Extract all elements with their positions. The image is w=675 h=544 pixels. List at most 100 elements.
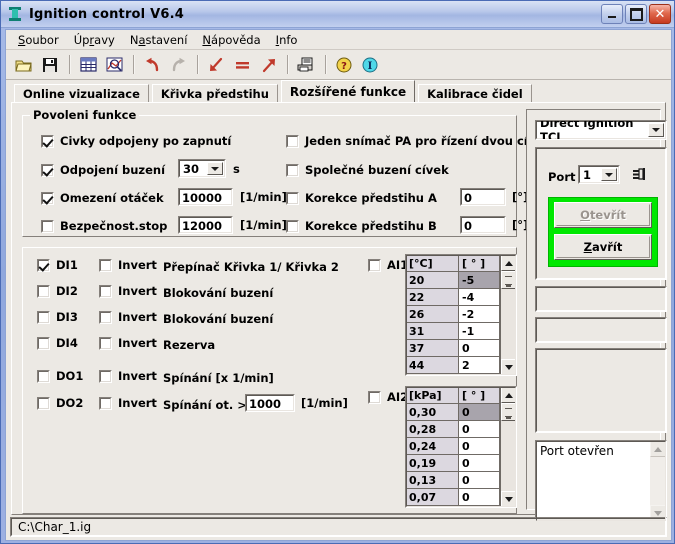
scroll-up-icon[interactable] xyxy=(501,255,516,271)
checkbox-advance-correction-a[interactable]: Korekce předstihu A xyxy=(286,191,437,205)
table-row[interactable]: 0,30 0 xyxy=(406,404,500,421)
ai1-cell-y[interactable]: -1 xyxy=(459,323,500,340)
checkbox-di1-invert[interactable]: Invert xyxy=(99,258,157,272)
ai1-cell-y[interactable]: -5 xyxy=(459,272,500,289)
table-row[interactable]: 44 2 xyxy=(406,357,500,374)
checkbox-do1[interactable]: DO1 xyxy=(37,369,83,383)
table-row[interactable]: 0,13 0 xyxy=(406,472,500,489)
table-row[interactable]: 22 -4 xyxy=(406,289,500,306)
rev-limit-input[interactable]: 10000 xyxy=(178,188,233,206)
ai2-cell-y[interactable]: 0 xyxy=(459,404,500,421)
ai2-cell-x[interactable]: 0,13 xyxy=(406,472,459,489)
menu-info[interactable]: Info xyxy=(269,31,306,49)
checkbox-box[interactable] xyxy=(41,134,54,148)
minimize-button[interactable] xyxy=(601,4,623,24)
equals-icon[interactable] xyxy=(230,53,254,76)
checkbox-di4-invert[interactable]: Invert xyxy=(99,336,157,350)
checkbox-box[interactable] xyxy=(41,219,54,233)
table-row[interactable]: 20 -5 xyxy=(406,272,500,289)
checkbox-box[interactable] xyxy=(286,191,299,205)
ai1-scrollbar[interactable] xyxy=(500,255,516,375)
scroll-track[interactable] xyxy=(501,271,516,359)
chevron-down-icon[interactable] xyxy=(601,168,617,181)
checkbox-box[interactable] xyxy=(286,219,299,233)
table-row[interactable]: 0,24 0 xyxy=(406,438,500,455)
checkbox-box[interactable] xyxy=(286,163,299,177)
ai2-cell-y[interactable]: 0 xyxy=(459,438,500,455)
checkbox-box[interactable] xyxy=(99,336,112,350)
tab-krivka-predstihu[interactable]: Křivka předstihu xyxy=(151,84,278,103)
ai2-table[interactable]: [kPa] [ ° ] 0,30 0 0,28 0 0,24 0 0,19 0 … xyxy=(405,386,517,508)
ai1-cell-x[interactable]: 44 xyxy=(406,357,459,374)
checkbox-box[interactable] xyxy=(37,336,50,350)
checkbox-do1-invert[interactable]: Invert xyxy=(99,369,157,383)
checkbox-do2-invert[interactable]: Invert xyxy=(99,396,157,410)
checkbox-box[interactable] xyxy=(99,310,112,324)
ai2-cell-y[interactable]: 0 xyxy=(459,489,500,506)
checkbox-safety-stop[interactable]: Bezpečnost.stop xyxy=(41,219,167,233)
scroll-down-icon[interactable] xyxy=(501,491,516,507)
scroll-up-icon[interactable] xyxy=(501,387,516,403)
ai1-cell-x[interactable]: 22 xyxy=(406,289,459,306)
scroll-down-icon[interactable] xyxy=(501,359,516,375)
chevron-down-icon[interactable] xyxy=(648,123,664,137)
table-row[interactable]: 0,28 0 xyxy=(406,421,500,438)
ai1-cell-y[interactable]: -2 xyxy=(459,306,500,323)
checkbox-box[interactable] xyxy=(37,396,50,410)
close-port-button[interactable]: Zavřít xyxy=(554,234,652,260)
checkbox-common-coil-excitation[interactable]: Společné buzení cívek xyxy=(286,163,449,177)
menu-soubor[interactable]: Soubor xyxy=(11,31,67,49)
menu-upravy[interactable]: Úpravy xyxy=(67,31,123,49)
checkbox-coils-disconnected[interactable]: Civky odpojeny po zapnutí xyxy=(41,134,231,148)
close-button[interactable]: ✕ xyxy=(649,4,671,24)
checkbox-advance-correction-b[interactable]: Korekce předstihu B xyxy=(286,219,437,233)
checkbox-di3-invert[interactable]: Invert xyxy=(99,310,157,324)
ai2-cell-y[interactable]: 0 xyxy=(459,421,500,438)
undo-icon[interactable] xyxy=(140,53,164,76)
checkbox-box[interactable] xyxy=(37,258,50,272)
arrow-up-right-icon[interactable] xyxy=(256,53,280,76)
do2-threshold-input[interactable]: 1000 xyxy=(245,394,295,412)
log-box[interactable]: Port otevřen xyxy=(535,440,667,522)
checkbox-box[interactable] xyxy=(37,310,50,324)
arrow-down-left-icon[interactable] xyxy=(204,53,228,76)
ai2-scrollbar[interactable] xyxy=(500,387,516,507)
tab-rozsirene-funkce[interactable]: Rozšířené funkce xyxy=(280,80,416,102)
ai1-table[interactable]: [°C] [ ° ] 20 -5 22 -4 26 -2 31 -1 37 0 … xyxy=(405,254,517,376)
chart-zoom-icon[interactable] xyxy=(102,53,126,76)
checkbox-rev-limiter[interactable]: Omezení otáček xyxy=(41,191,164,205)
log-scrollbar[interactable] xyxy=(650,441,666,521)
menu-nastaveni[interactable]: Nastavení xyxy=(123,31,196,49)
table-grid-icon[interactable] xyxy=(76,53,100,76)
table-row[interactable]: 37 0 xyxy=(406,340,500,357)
scroll-thumb[interactable] xyxy=(501,403,516,421)
redo-icon[interactable] xyxy=(166,53,190,76)
checkbox-box[interactable] xyxy=(41,191,54,205)
ai1-cell-x[interactable]: 20 xyxy=(406,272,459,289)
save-disk-icon[interactable] xyxy=(38,53,62,76)
checkbox-di3[interactable]: DI3 xyxy=(37,310,78,324)
checkbox-box[interactable] xyxy=(286,134,299,148)
checkbox-box[interactable] xyxy=(41,163,54,177)
ai2-cell-x[interactable]: 0,07 xyxy=(406,489,459,506)
checkbox-excitation-cutoff[interactable]: Odpojení buzení xyxy=(41,163,165,177)
ai1-cell-x[interactable]: 37 xyxy=(406,340,459,357)
checkbox-box[interactable] xyxy=(368,390,381,404)
checkbox-box[interactable] xyxy=(99,369,112,383)
checkbox-di4[interactable]: DI4 xyxy=(37,336,78,350)
open-port-button[interactable]: Otevřít xyxy=(554,202,652,228)
checkbox-do2[interactable]: DO2 xyxy=(37,396,83,410)
open-folder-icon[interactable] xyxy=(12,53,36,76)
checkbox-di2-invert[interactable]: Invert xyxy=(99,284,157,298)
help-question-icon[interactable]: ? xyxy=(332,53,356,76)
print-icon[interactable] xyxy=(294,53,318,76)
ai1-cell-y[interactable]: -4 xyxy=(459,289,500,306)
ai1-cell-x[interactable]: 26 xyxy=(406,306,459,323)
checkbox-box[interactable] xyxy=(99,396,112,410)
decouple-delay-combo[interactable]: 30 xyxy=(178,159,226,178)
ai2-cell-y[interactable]: 0 xyxy=(459,455,500,472)
table-row[interactable]: 0,19 0 xyxy=(406,455,500,472)
checkbox-ai1[interactable]: AI1 xyxy=(368,258,408,272)
ai1-cell-x[interactable]: 31 xyxy=(406,323,459,340)
checkbox-box[interactable] xyxy=(99,258,112,272)
